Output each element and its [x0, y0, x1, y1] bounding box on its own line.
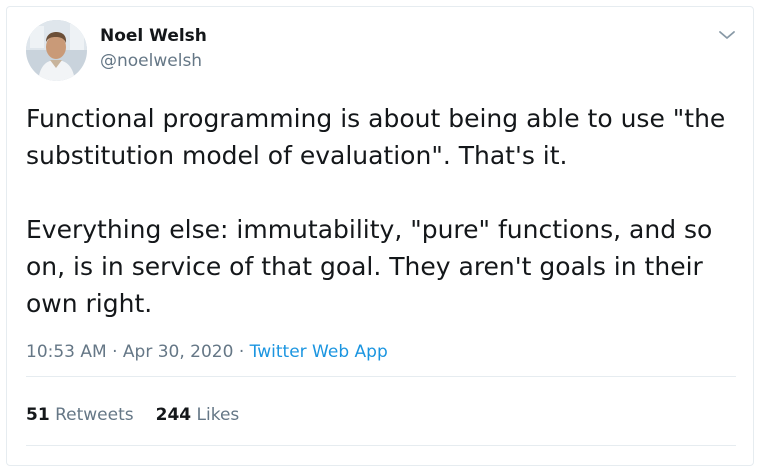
tweet-time[interactable]: 10:53 AM: [26, 342, 107, 362]
retweets-count: 51: [26, 405, 50, 425]
author-handle[interactable]: @noelwelsh: [100, 50, 202, 72]
divider: [26, 376, 736, 377]
avatar[interactable]: [26, 20, 87, 81]
tweet-meta: 10:53 AM · Apr 30, 2020 · Twitter Web Ap…: [26, 342, 388, 362]
tweet-text: Functional programming is about being ab…: [26, 100, 738, 322]
author-name[interactable]: Noel Welsh: [100, 25, 207, 47]
likes-stat[interactable]: 244 Likes: [156, 405, 240, 425]
tweet-paragraph: Functional programming is about being ab…: [26, 104, 726, 170]
divider: [26, 445, 736, 446]
tweet-source-link[interactable]: Twitter Web App: [250, 342, 388, 362]
retweets-stat[interactable]: 51 Retweets: [26, 405, 134, 425]
chevron-down-icon[interactable]: [716, 24, 738, 46]
likes-count: 244: [155, 405, 192, 425]
retweets-label: Retweets: [55, 405, 134, 425]
likes-label: Likes: [196, 405, 240, 425]
tweet-paragraph: Everything else: immutability, "pure" fu…: [26, 215, 713, 318]
avatar-photo: [26, 20, 87, 81]
tweet-date[interactable]: Apr 30, 2020: [123, 342, 234, 362]
tweet-stats: 51 Retweets 244 Likes: [26, 403, 239, 427]
